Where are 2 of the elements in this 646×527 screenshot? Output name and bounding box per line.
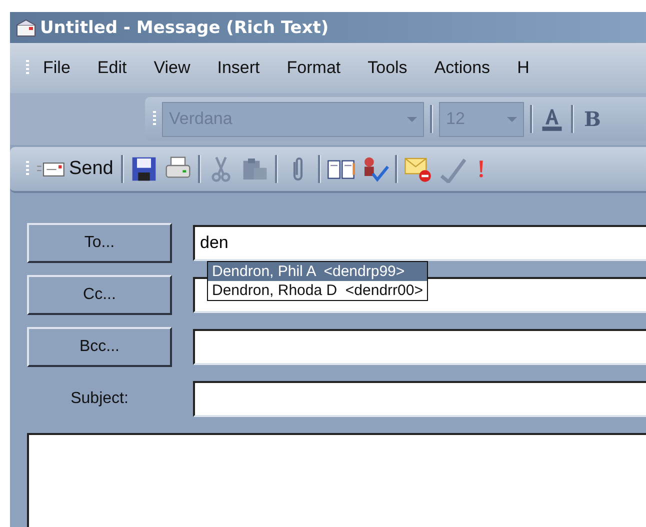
window-title: Untitled - Message (Rich Text) [40,18,329,38]
field-label: Subject: [70,390,130,408]
